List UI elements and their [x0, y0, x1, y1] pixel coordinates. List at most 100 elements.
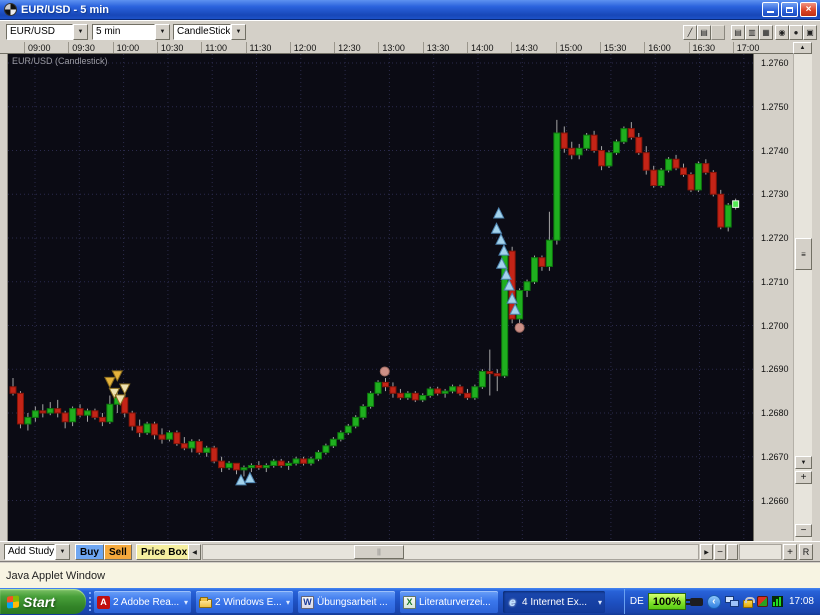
- vertical-scrollbar[interactable]: ≡ ▼ + −: [793, 54, 812, 541]
- scroll-left-button[interactable]: ◀: [188, 544, 201, 560]
- grid-style-tool-1-button[interactable]: ▤: [731, 25, 745, 40]
- study-lines-tool-button[interactable]: ▤: [697, 25, 711, 40]
- volume-indicator[interactable]: 100%: [647, 593, 686, 610]
- applet-status-banner: Java Applet Window: [0, 561, 820, 588]
- candle-down: [463, 388, 471, 400]
- time-axis-label: 15:30: [603, 43, 627, 53]
- vzoom-out-button[interactable]: −: [795, 524, 812, 537]
- app-icon[interactable]: [4, 3, 17, 16]
- network-activity-icon[interactable]: [771, 596, 783, 607]
- buy-signal-icon: [498, 244, 510, 256]
- interval-value[interactable]: 5 min: [92, 24, 155, 40]
- chevron-down-icon[interactable]: ▾: [184, 598, 188, 607]
- antivirus-icon[interactable]: [756, 596, 768, 607]
- candle-down: [218, 456, 226, 473]
- time-axis-label: 10:30: [160, 43, 184, 53]
- collapse-tray-button[interactable]: ‹: [706, 594, 721, 609]
- candle-up: [374, 380, 382, 396]
- title-bar[interactable]: EUR/USD - 5 min: [0, 0, 820, 20]
- add-study-select[interactable]: Add Study ▼: [4, 544, 70, 560]
- tray-clock[interactable]: 17:08: [789, 596, 814, 607]
- price-axis-label: 1.2720: [761, 233, 789, 243]
- word-icon: W: [301, 595, 314, 609]
- zoom-out-button[interactable]: −: [714, 544, 726, 560]
- add-study-value[interactable]: Add Study: [4, 544, 55, 560]
- candle-up: [545, 211, 553, 271]
- scroll-right-button[interactable]: ▶: [700, 544, 713, 560]
- task-button[interactable]: X Literaturverzei...: [400, 591, 498, 613]
- network-icon[interactable]: [724, 596, 739, 607]
- window-controls: ×: [760, 2, 817, 17]
- zoom-scroll-track[interactable]: [739, 544, 782, 560]
- chart-canvas[interactable]: [8, 54, 753, 541]
- time-axis-separator: [378, 42, 380, 53]
- chevron-down-icon[interactable]: ▼: [231, 24, 246, 40]
- lock-icon[interactable]: [742, 596, 755, 608]
- candlestick-chart[interactable]: [8, 54, 753, 541]
- horizontal-scroll-track[interactable]: ||: [202, 544, 699, 560]
- scroll-down-button[interactable]: ▼: [795, 456, 812, 469]
- candle-up: [46, 402, 54, 416]
- buy-button[interactable]: Buy: [75, 544, 104, 560]
- vzoom-in-button[interactable]: +: [795, 471, 812, 484]
- marker-style-tool-light-button[interactable]: ◉: [775, 25, 789, 40]
- time-axis-separator: [68, 42, 70, 53]
- chevron-down-icon[interactable]: ▾: [286, 598, 290, 607]
- excel-icon: X: [403, 595, 416, 609]
- candle-down: [672, 154, 680, 171]
- candle-down: [277, 458, 285, 468]
- task-button[interactable]: A2 Adobe Rea... ▾: [94, 591, 191, 613]
- window-edge-left: [0, 54, 8, 541]
- windows-tool-button[interactable]: ▣: [803, 25, 817, 40]
- candle-down: [233, 462, 240, 475]
- candle-up: [203, 445, 211, 457]
- chart-type-select[interactable]: CandleStick ▼: [173, 24, 246, 40]
- grid-style-tool-2-button[interactable]: ▥: [745, 25, 759, 40]
- task-button[interactable]: W Übungsarbeit ...: [298, 591, 395, 613]
- vertical-scroll-thumb[interactable]: ≡: [795, 238, 812, 270]
- chart-type-value[interactable]: CandleStick: [173, 24, 231, 40]
- close-button[interactable]: ×: [800, 2, 817, 17]
- marker-style-tool-dark-button[interactable]: ●: [789, 25, 803, 40]
- time-axis-label: 15:00: [559, 43, 583, 53]
- zoom-in-button[interactable]: +: [783, 544, 797, 560]
- screen: EUR/USD - 5 min × EUR/USD ▼ 5 min ▼ Cand…: [0, 0, 820, 615]
- price-axis-label: 1.2760: [761, 58, 789, 68]
- chevron-down-icon[interactable]: ▼: [73, 24, 88, 40]
- minimize-button[interactable]: [762, 2, 779, 17]
- arrow-up-icon: ▲: [799, 45, 806, 51]
- time-axis-separator: [334, 42, 336, 53]
- price-axis-label: 1.2660: [761, 495, 789, 506]
- reset-button[interactable]: R: [799, 544, 813, 560]
- grid-style-tool-3-button[interactable]: ▦: [759, 25, 773, 40]
- sell-signal-icon: [118, 383, 131, 396]
- interval-select[interactable]: 5 min ▼: [92, 24, 170, 40]
- sell-signal-icon: [104, 376, 116, 389]
- buy-signal-icon: [490, 222, 503, 234]
- time-axis-separator: [732, 42, 734, 53]
- candle-up: [575, 143, 583, 160]
- symbol-value[interactable]: EUR/USD: [6, 24, 73, 40]
- sell-button[interactable]: Sell: [104, 544, 132, 560]
- candle-up: [605, 150, 613, 168]
- candle-down: [434, 386, 442, 396]
- buy-signal-icon: [495, 233, 507, 245]
- task-label: 4 Internet Ex...: [522, 596, 588, 608]
- chevron-down-icon[interactable]: ▼: [55, 544, 70, 560]
- task-button[interactable]: 2 Windows E... ▾: [196, 591, 293, 613]
- chevron-down-icon[interactable]: ▾: [598, 598, 602, 607]
- start-button[interactable]: Start: [0, 589, 86, 614]
- trendline-tool-button[interactable]: ╱: [683, 25, 697, 40]
- restore-button[interactable]: [781, 2, 798, 17]
- candle-up: [516, 288, 524, 326]
- scroll-up-button[interactable]: ▲: [793, 42, 812, 54]
- chevron-down-icon[interactable]: ▼: [155, 24, 170, 40]
- symbol-select[interactable]: EUR/USD ▼: [6, 24, 88, 40]
- power-plug-icon[interactable]: [685, 597, 703, 606]
- horizontal-scroll-thumb[interactable]: ||: [354, 545, 404, 559]
- price-box-button[interactable]: Price Box: [136, 544, 193, 560]
- task-button[interactable]: e 4 Internet Ex... ▾: [503, 591, 605, 613]
- language-indicator[interactable]: DE: [630, 596, 644, 607]
- zoom-scroll-thumb[interactable]: [727, 544, 738, 560]
- price-axis-label: 1.2710: [761, 276, 789, 287]
